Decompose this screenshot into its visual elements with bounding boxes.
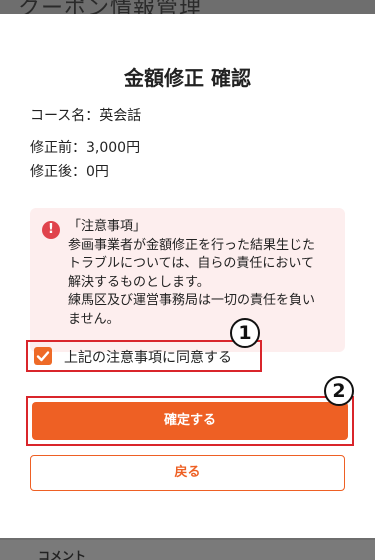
notice-line: 練馬区及び運営事務局は一切の責任を負い xyxy=(68,293,316,308)
background-footer-label: コメント xyxy=(38,549,87,560)
notice-line: トラブルについては、自らの責任において xyxy=(68,256,314,271)
notice-line: ません。 xyxy=(68,311,120,327)
annotation-badge-2: 2 xyxy=(324,376,354,406)
back-button[interactable]: 戻る xyxy=(30,455,345,491)
notice-text: 「注意事項」 参画事業者が金額修正を行った結果生じた トラブルについては、自らの… xyxy=(68,218,340,329)
agree-label[interactable]: 上記の注意事項に同意する xyxy=(64,347,232,367)
notice-line: 参画事業者が金額修正を行った結果生じた xyxy=(68,237,316,253)
confirm-button[interactable]: 確定する xyxy=(32,402,348,440)
course-name: コース名：英会話 xyxy=(30,108,142,124)
screen: クーポン情報管理 コメント 金額修正 確認 コース名：英会話 修正前：3,000… xyxy=(0,0,375,560)
notice-line: 解決するものとします。 xyxy=(68,274,210,290)
price-after: 修正後：0円 xyxy=(30,164,109,180)
alert-circle-icon: ! xyxy=(42,221,60,239)
agree-checkbox-row[interactable]: 上記の注意事項に同意する xyxy=(26,340,262,372)
agree-checkbox[interactable] xyxy=(34,347,52,365)
confirm-button-highlight: 確定する xyxy=(26,396,354,446)
notice-box: ! 「注意事項」 参画事業者が金額修正を行った結果生じた トラブルについては、自… xyxy=(30,208,345,352)
price-before: 修正前：3,000円 xyxy=(30,140,141,156)
checkmark-icon xyxy=(36,351,50,362)
notice-line: 「注意事項」 xyxy=(68,219,147,234)
annotation-badge-1: 1 xyxy=(230,318,260,348)
modal-title: 金額修正 確認 xyxy=(124,66,251,90)
